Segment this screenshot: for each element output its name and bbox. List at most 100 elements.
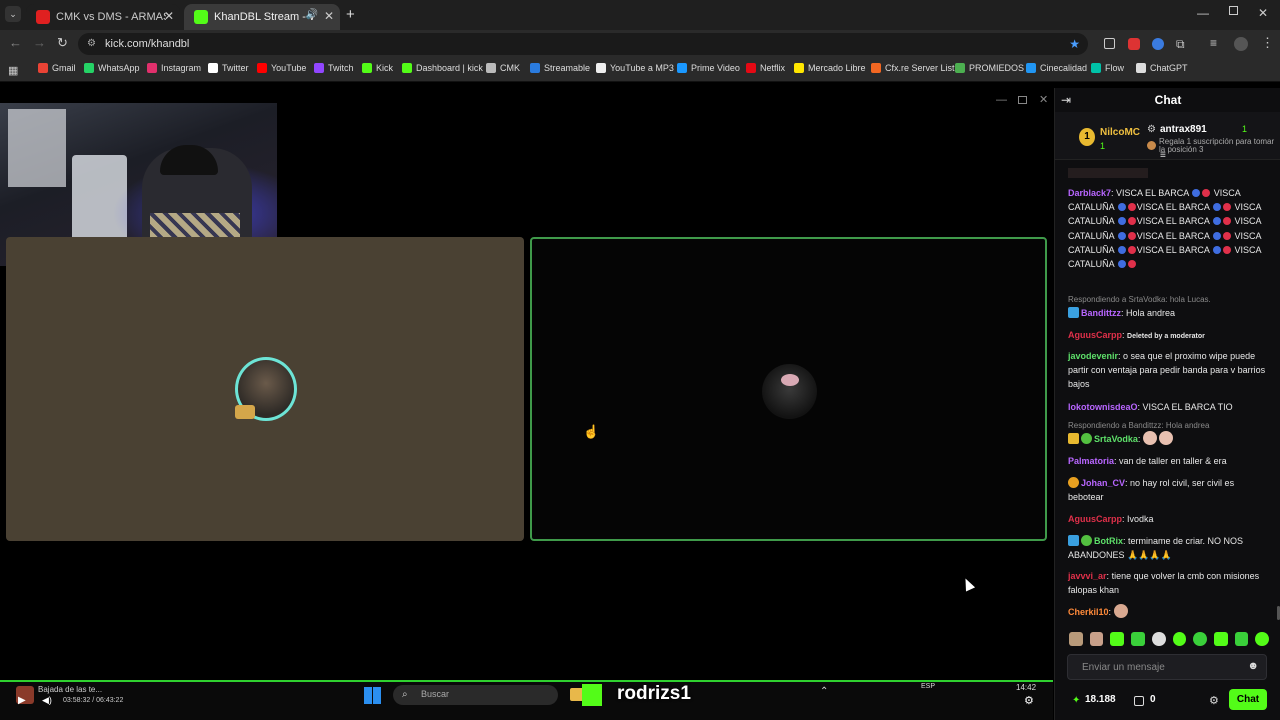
chat-message[interactable]: Bandittzz: Hola andrea bbox=[1068, 306, 1266, 320]
tray-chevron-icon[interactable]: ⌃ bbox=[820, 686, 828, 697]
new-tab-button[interactable]: + bbox=[346, 6, 355, 23]
media-title: Bajada de las te... bbox=[38, 685, 103, 694]
extension-red-icon[interactable] bbox=[1128, 38, 1140, 50]
chat-message[interactable]: Palmatoria: van de taller en taller & er… bbox=[1068, 454, 1266, 468]
gift-note: Regala 1 suscripción para tomar la posic… bbox=[1159, 137, 1275, 154]
chat-message[interactable]: lokotownisdeaO: VISCA EL BARCA TIO bbox=[1068, 400, 1266, 414]
chat-message[interactable]: AguusCarpp: Ivodka bbox=[1068, 512, 1266, 526]
browser-menu-icon[interactable]: ⋮ bbox=[1261, 35, 1274, 51]
bookmark-item[interactable]: Cinecalidad bbox=[1026, 63, 1087, 73]
participant-tile-left[interactable] bbox=[6, 237, 524, 541]
close-window-icon[interactable]: ✕ bbox=[1258, 6, 1268, 20]
chat-input[interactable]: Enviar un mensaje ☻ bbox=[1067, 654, 1267, 680]
emoji-picker-icon[interactable]: ☻ bbox=[1247, 660, 1259, 672]
emote-icon[interactable] bbox=[1089, 632, 1104, 646]
emote-icon[interactable] bbox=[1151, 632, 1166, 646]
bookmark-item[interactable]: Mercado Libre bbox=[794, 63, 866, 73]
bookmark-item[interactable]: YouTube a MP3 bbox=[596, 63, 674, 73]
tab-search-button[interactable]: ⌄ bbox=[5, 6, 21, 22]
taskbar-search-box[interactable]: ⌕ Buscar bbox=[393, 685, 558, 705]
emote-icon[interactable] bbox=[1213, 632, 1228, 646]
leaderboard-second-count: 1 bbox=[1242, 124, 1248, 134]
bookmark-item[interactable]: Gmail bbox=[38, 63, 76, 73]
chat-message[interactable]: javodevenir: o sea que el proximo wipe p… bbox=[1068, 349, 1266, 392]
bookmark-item[interactable]: YouTube bbox=[257, 63, 306, 73]
extension-icon[interactable] bbox=[1104, 38, 1115, 49]
chat-message[interactable]: Cherkil10: bbox=[1068, 604, 1266, 619]
bookmark-item[interactable]: ChatGPT bbox=[1136, 63, 1188, 73]
bookmark-star-icon[interactable]: ★ bbox=[1069, 33, 1080, 55]
site-info-icon[interactable]: ⚙ bbox=[87, 33, 96, 55]
chat-message[interactable]: BotRix: terminame de criar. NO NOS ABAND… bbox=[1068, 534, 1266, 562]
reading-list-icon[interactable]: ≡ bbox=[1210, 36, 1217, 50]
emote-icon[interactable] bbox=[1193, 632, 1207, 646]
emote-icon[interactable] bbox=[1234, 632, 1249, 646]
participant-tile-right[interactable] bbox=[530, 237, 1047, 541]
send-chat-button[interactable]: Chat bbox=[1229, 689, 1267, 710]
browser-tab-kick[interactable]: KhanDBL Stream - Watch Li 🔊 ✕ bbox=[184, 4, 340, 30]
bookmark-label: YouTube a MP3 bbox=[610, 63, 674, 73]
back-icon[interactable]: ← bbox=[9, 35, 22, 50]
leaderboard-rank-badge: 1 bbox=[1079, 128, 1095, 146]
address-bar[interactable]: ⚙ kick.com/khandbl ★ bbox=[78, 33, 1088, 55]
bookmark-item[interactable]: Prime Video bbox=[677, 63, 740, 73]
bookmark-item[interactable]: Twitch bbox=[314, 63, 354, 73]
chat-message[interactable]: Johan_CV: no hay rol civil, ser civil es… bbox=[1068, 476, 1266, 504]
close-tab-icon[interactable]: ✕ bbox=[164, 9, 174, 23]
reload-icon[interactable]: ↻ bbox=[57, 35, 68, 51]
reply-context: Respondiendo a Bandittzz: Hola andrea bbox=[1068, 421, 1210, 430]
bot-badge-icon bbox=[1068, 535, 1079, 546]
browser-tab-cmk[interactable]: CMK vs DMS - ARMAS LARGAS ✕ bbox=[26, 4, 180, 30]
tray-lang: ESP bbox=[921, 683, 936, 690]
stream-video[interactable]: — ✕ ☝ bbox=[0, 88, 1053, 680]
profile-avatar[interactable] bbox=[1234, 37, 1248, 51]
player-settings-icon[interactable]: ⚙ bbox=[1024, 694, 1034, 707]
emote-icon[interactable] bbox=[1069, 632, 1083, 646]
bookmark-item[interactable]: Instagram bbox=[147, 63, 201, 73]
emote-icon[interactable] bbox=[1255, 632, 1270, 646]
bookmark-item[interactable]: PROMIEDOS bbox=[955, 63, 1024, 73]
bookmark-item[interactable]: Netflix bbox=[746, 63, 785, 73]
windows-start-icon[interactable] bbox=[364, 687, 381, 704]
bookmark-item[interactable]: Kick bbox=[362, 63, 393, 73]
media-volume-icon[interactable]: ◀) bbox=[42, 695, 52, 706]
bookmark-item[interactable]: WhatsApp bbox=[84, 63, 140, 73]
bookmark-item[interactable]: Twitter bbox=[208, 63, 249, 73]
emote-icon[interactable] bbox=[1110, 632, 1125, 646]
extension-blue-icon[interactable] bbox=[1152, 38, 1164, 50]
bookmark-item[interactable]: Cfx.re Server List bbox=[871, 63, 955, 73]
forward-icon[interactable]: → bbox=[33, 35, 46, 50]
bookmark-favicon-icon bbox=[871, 63, 881, 73]
minimize-window-icon[interactable]: — bbox=[1197, 6, 1209, 20]
bookmark-item[interactable]: CMK bbox=[486, 63, 520, 73]
chat-settings-icon[interactable]: ⚙ bbox=[1209, 694, 1219, 707]
chat-message[interactable]: Darblack7: VISCA EL BARCA VISCA CATALUÑA… bbox=[1068, 186, 1266, 271]
chat-message[interactable]: AguusCarpp: Deleted by a moderator bbox=[1068, 328, 1266, 344]
bookmark-item[interactable]: Flow bbox=[1091, 63, 1124, 73]
emote-icon[interactable] bbox=[1172, 632, 1187, 646]
chat-message[interactable]: SrtaVodka: bbox=[1068, 431, 1266, 446]
bot-badge-icon bbox=[1068, 307, 1079, 318]
media-play-icon[interactable]: ▶ bbox=[18, 695, 26, 706]
leaderboard-second-name[interactable]: antrax891 bbox=[1160, 124, 1207, 135]
chat-username[interactable]: Darblack7 bbox=[1068, 188, 1111, 198]
bookmark-label: Kick bbox=[376, 63, 394, 73]
close-tab-icon[interactable]: ✕ bbox=[324, 9, 334, 23]
emote-icon[interactable] bbox=[1131, 632, 1145, 646]
chat-message[interactable]: javvvi_ar: tiene que volver la cmb con m… bbox=[1068, 569, 1266, 597]
restore-window-icon[interactable] bbox=[1229, 6, 1238, 15]
close-player-icon[interactable]: ✕ bbox=[1039, 93, 1048, 106]
apps-grid-icon[interactable]: ▦ bbox=[8, 64, 18, 77]
minimize-player-icon[interactable]: — bbox=[996, 94, 1007, 106]
extensions-puzzle-icon[interactable]: ⧉ bbox=[1176, 37, 1185, 52]
expand-leaderboard-icon[interactable]: ≡ bbox=[1160, 150, 1166, 161]
leaderboard-first-name[interactable]: NilcoMC bbox=[1100, 127, 1140, 138]
audio-playing-icon[interactable]: 🔊 bbox=[306, 9, 318, 20]
bookmark-item[interactable]: Dashboard | kick bbox=[402, 63, 483, 73]
bookmark-item[interactable]: Streamable bbox=[530, 63, 590, 73]
maximize-player-icon[interactable] bbox=[1018, 96, 1027, 104]
bookmark-label: Streamable bbox=[544, 63, 591, 73]
verified-badge-icon bbox=[1081, 535, 1092, 546]
chest-icon[interactable] bbox=[1134, 696, 1144, 706]
bookmark-favicon-icon bbox=[314, 63, 324, 73]
